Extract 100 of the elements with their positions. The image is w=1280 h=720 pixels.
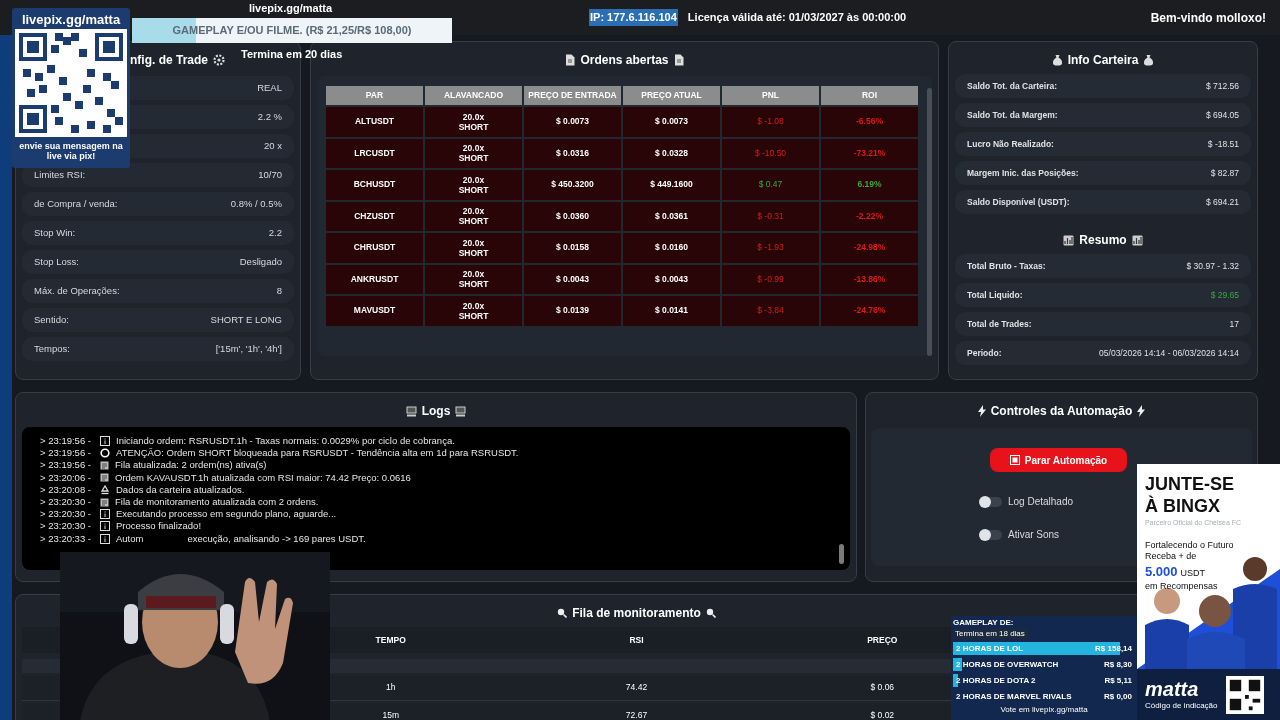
toggle-switch[interactable] [979,496,1002,507]
leverage-text: 20.0x [462,174,485,185]
table-cell: $ 0.0316 [524,138,621,168]
table-cell: -73.21% [821,138,918,168]
welcome-text: Bem-vindo molloxo! [1150,9,1266,27]
poll-footer: Vote em livepix.gg/matta [1000,705,1088,715]
info-icon [100,436,110,447]
log-message: Autom [116,532,144,545]
list-icon [100,460,109,470]
overlay-title: livepix.gg/matta [249,1,333,16]
info-value: $ 30.97 - 1.32 [1186,259,1239,273]
table-cell: 72.67 [625,710,648,720]
table-cell: -13.86% [821,264,918,294]
side-text: SHORT [458,121,489,132]
ad-brand: matta [1145,677,1200,700]
table-cell: $ 0.0141 [623,296,720,326]
side-text: SHORT [458,247,489,258]
column-header: TEMPO [375,634,406,645]
setting-value: 2.2 [268,225,282,240]
table-cell: $ 0.0043 [524,264,621,294]
side-text: SHORT [458,153,489,164]
table-cell: -24.98% [821,233,918,263]
table-cell: -6.56% [821,107,918,137]
donation-message: envie sua mensagem na live via pix! [18,141,124,161]
panel-title: Controles da Automação [990,403,1133,420]
table-cell: 1h [385,682,396,693]
setting-value: 2.2 % [257,109,282,124]
log-message: ATENÇÃO: Ordem SHORT bloqueada para RSRUSDT - Tendência alta em 1d para RSRUSDT. [116,447,519,460]
table-cell: $ 0.47 [722,170,819,200]
panel-title: Fila de monitoramento [572,605,701,622]
table-cell: 74.42 [625,682,648,693]
table-cell: BCHUSDT [326,170,423,200]
side-text: SHORT [458,279,489,290]
option-amount: R$ 0,00 [1103,690,1132,703]
ip-address: IP: 177.6.116.104 [589,9,678,26]
info-value: 17 [1229,317,1239,331]
setting-label: de Compra / venda: [34,196,118,211]
option-amount: R$ 158,14 [1095,642,1132,655]
stop-automation-button[interactable]: Parar Automação [989,448,1128,472]
table-cell: $ 0.0160 [623,233,720,263]
log-message: Fila de monitoramento atualizada com 2 ordens. [115,495,319,509]
poll-title: GAMEPLAY DE: [953,618,1015,628]
setting-value: 20 x [264,138,282,153]
poll-option[interactable]: 2 HORAS DE OVERWATCH R$ 8,30 [953,658,1135,671]
search-icon [557,608,568,618]
list-icon [100,497,109,507]
log-time: > 23:20:30 - [40,495,92,509]
lightning-icon [1137,405,1146,417]
column-header: RSI [629,634,644,645]
info-label: Saldo Disponível (USDT): [967,195,1070,209]
option-label: 2 HORAS DE LOL [956,642,1024,655]
info-label: Total de Trades: [967,317,1032,331]
table-cell: $ 450.3200 [524,170,621,200]
setting-value: ['15m', '1h', '4h'] [215,341,282,356]
setting-value: SHORT E LONG [210,312,282,327]
poll-option[interactable]: 2 HORAS DE DOTA 2 R$ 5,11 [953,674,1135,687]
side-text: SHORT [458,184,489,195]
table-cell: $ -3.84 [722,296,819,326]
scrollbar[interactable] [839,544,844,564]
toggle-label: Log Detalhado [1007,495,1074,509]
log-message: Executando processo em segundo plano, aguarde... [116,508,337,521]
chart-icon [1063,234,1075,246]
info-value: $ -18.51 [1207,137,1239,151]
side-text: SHORT [458,216,489,227]
table-cell: $ 0.0158 [524,233,621,263]
table-cell: 6.19% [821,170,918,200]
log-message: Ordem KAVAUSDT.1h atualizada com RSI maior: 74.42 Preço: 0.0616 [115,471,411,484]
info-value: $ 29.65 [1210,288,1239,302]
poll-option[interactable]: 2 HORAS DE MARVEL RIVALS R$ 0,00 [953,690,1135,703]
circle-icon [100,448,110,459]
leverage-text: 20.0x [462,111,485,122]
table-cell: $ 0.0139 [524,296,621,326]
qr-code [1225,675,1264,714]
info-icon [100,533,110,544]
setting-value: 10/70 [258,167,282,182]
section-title: Resumo [1079,232,1127,249]
panel-title: Ordens abertas [580,52,669,69]
table-cell: $ 0.0360 [524,201,621,231]
toggle-switch[interactable] [979,529,1002,540]
info-label: Periodo: [967,346,1002,360]
setting-value: 0.8% / 0.5% [230,196,282,211]
info-label: Total Bruto - Taxas: [967,259,1046,273]
table-cell: $ -1.08 [722,107,819,137]
toggle-label: Ativar Sons [1007,528,1060,542]
table-cell: ALTUSDT [326,107,423,137]
log-message: Iniciando ordem: RSRUSDT.1h - Taxas normais: 0.0029% por ciclo de cobrança. [116,435,455,448]
info-value: $ 694.21 [1205,195,1239,209]
info-value: $ 82.87 [1210,166,1239,180]
setting-label: Máx. de Operações: [34,283,120,298]
scrollbar[interactable] [927,88,932,356]
table-cell: $ 0.0073 [524,107,621,137]
log-message: Processo finalizado! [116,520,202,533]
log-time: > 23:19:56 - [40,435,92,448]
table-cell: -2.22% [821,201,918,231]
setting-label: Stop Win: [34,225,76,240]
option-label: 2 HORAS DE DOTA 2 [956,674,1036,687]
table-cell: $ 0.0328 [623,138,720,168]
log-time: > 23:19:56 - [40,447,92,460]
lightning-icon [977,405,986,417]
info-value: $ 694.05 [1205,108,1239,122]
